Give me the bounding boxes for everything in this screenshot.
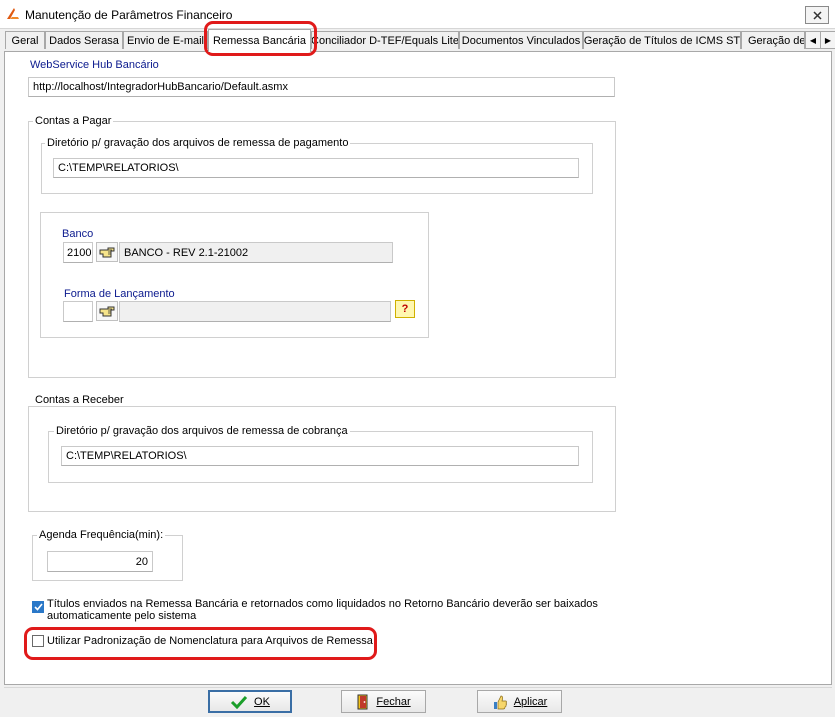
- tab-label: Geração de: [748, 34, 805, 47]
- tab-documentos-vinculados[interactable]: Documentos Vinculados: [459, 31, 583, 49]
- tab-label: Conciliador D-TEF/Equals Lite: [311, 34, 459, 47]
- baixa-automatica-label-line2: automaticamente pelo sistema: [47, 610, 197, 622]
- banco-label: Banco: [62, 228, 94, 240]
- thumbs-up-icon: [493, 695, 507, 709]
- agenda-frequencia-field[interactable]: 20: [47, 551, 153, 572]
- exit-door-icon: [357, 694, 368, 709]
- pointing-hand-icon: [99, 306, 115, 317]
- receber-diretorio-field[interactable]: C:\TEMP\RELATORIOS\: [61, 446, 579, 466]
- tab-label: Envio de E-mail: [126, 34, 205, 47]
- forma-help-button[interactable]: ?: [395, 300, 415, 318]
- close-icon: [812, 10, 822, 20]
- webservice-url-field[interactable]: http://localhost/IntegradorHubBancario/D…: [28, 77, 615, 97]
- forma-lookup-button[interactable]: [96, 301, 118, 321]
- receber-diretorio-value: C:\TEMP\RELATORIOS\: [66, 450, 187, 462]
- forma-lancamento-label: Forma de Lançamento: [64, 288, 175, 300]
- pagar-diretorio-value: C:\TEMP\RELATORIOS\: [58, 162, 179, 174]
- window-title: Manutenção de Parâmetros Financeiro: [25, 8, 233, 22]
- tab-geral[interactable]: Geral: [5, 31, 45, 49]
- tab-dados-serasa[interactable]: Dados Serasa: [45, 31, 123, 49]
- ok-label: OK: [254, 695, 270, 708]
- banco-code-field[interactable]: 2100: [63, 242, 93, 263]
- tab-conciliador[interactable]: Conciliador D-TEF/Equals Lite: [311, 31, 459, 49]
- webservice-label: WebService Hub Bancário: [30, 59, 159, 71]
- tab-label: Documentos Vinculados: [461, 34, 581, 47]
- forma-name-field: [119, 301, 391, 322]
- banco-lookup-button[interactable]: [96, 242, 118, 262]
- padronizacao-label: Utilizar Padronização de Nomenclatura pa…: [47, 635, 373, 647]
- ok-button[interactable]: OK: [208, 690, 292, 713]
- tab-scroll-right[interactable]: ▶: [820, 31, 835, 49]
- contas-pagar-title: Contas a Pagar: [33, 115, 114, 127]
- pointing-hand-icon: [99, 247, 115, 258]
- tab-label: Geração de Títulos de ICMS ST: [583, 34, 741, 47]
- agenda-label: Agenda Frequência(min):: [37, 529, 166, 541]
- close-button[interactable]: [805, 6, 829, 24]
- padronizacao-checkbox[interactable]: [32, 635, 44, 647]
- question-mark-icon: ?: [401, 303, 409, 315]
- pagar-diretorio-field[interactable]: C:\TEMP\RELATORIOS\: [53, 158, 579, 178]
- checkmark-icon: [230, 695, 248, 709]
- tab-label: Remessa Bancária: [213, 35, 306, 47]
- banco-name-field: BANCO - REV 2.1-21002: [119, 242, 393, 263]
- tab-strip: Geral Dados Serasa Envio de E-mail Remes…: [0, 29, 835, 52]
- fechar-label: Fechar: [376, 695, 411, 708]
- tab-scroll-left[interactable]: ◀: [805, 31, 821, 49]
- checkmark-icon: [33, 603, 43, 611]
- tab-geracao-de[interactable]: Geração de: [741, 31, 805, 49]
- chevron-left-icon: ◀: [809, 35, 817, 45]
- aplicar-label: Aplicar: [513, 695, 548, 708]
- agenda-frequencia-value: 20: [135, 555, 148, 568]
- contas-receber-title: Contas a Receber: [33, 394, 126, 406]
- webservice-url-value: http://localhost/IntegradorHubBancario/D…: [33, 81, 288, 93]
- tab-envio-email[interactable]: Envio de E-mail: [123, 31, 208, 49]
- baixa-automatica-checkbox[interactable]: [32, 601, 44, 613]
- pagar-diretorio-label: Diretório p/ gravação dos arquivos de re…: [45, 137, 351, 149]
- title-bar: Manutenção de Parâmetros Financeiro: [0, 0, 835, 29]
- tab-geracao-titulos-icms[interactable]: Geração de Títulos de ICMS ST: [583, 31, 741, 49]
- fechar-button[interactable]: Fechar: [341, 690, 426, 713]
- tab-remessa-bancaria[interactable]: Remessa Bancária: [208, 29, 311, 52]
- forma-code-field[interactable]: [63, 301, 93, 322]
- banco-name-value: BANCO - REV 2.1-21002: [124, 246, 249, 259]
- baixa-automatica-label-line1: Títulos enviados na Remessa Bancária e r…: [47, 598, 598, 610]
- tab-label: Geral: [11, 34, 39, 47]
- tab-label: Dados Serasa: [49, 34, 119, 47]
- footer-divider: [4, 687, 832, 688]
- receber-diretorio-label: Diretório p/ gravação dos arquivos de re…: [54, 425, 350, 437]
- chevron-right-icon: ▶: [824, 35, 832, 45]
- banco-code-value: 2100: [67, 246, 92, 259]
- app-logo-icon: [7, 8, 19, 19]
- aplicar-button[interactable]: Aplicar: [477, 690, 562, 713]
